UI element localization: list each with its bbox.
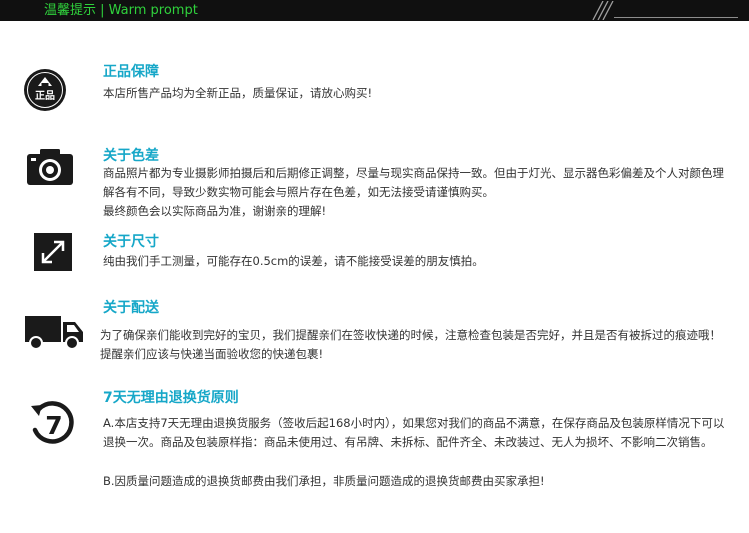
section-title: 7天无理由退换货原则 — [103, 390, 239, 406]
section-title: 关于尺寸 — [103, 234, 159, 250]
truck-icon — [25, 316, 83, 350]
seven-badge-text: 7 — [45, 411, 62, 440]
section-line: 纯由我们手工测量，可能存在0.5cm的误差，请不能接受误差的朋友慎拍。 — [103, 254, 484, 268]
authentic-badge-text: 正品 — [35, 90, 55, 102]
camera-icon — [27, 149, 73, 185]
section-line: 商品照片都为专业摄影师拍摄后和后期修正调整，尽量与现实商品保持一致。但由于灯光、… — [103, 166, 724, 199]
section-title: 关于配送 — [103, 300, 159, 316]
seven-day-return-icon: 7 — [31, 401, 74, 444]
slash-decoration-icon — [592, 1, 614, 20]
section-color-difference: 关于色差 商品照片都为专业摄影师拍摄后和后期修正调整，尽量与现实商品保持一致。但… — [0, 143, 749, 223]
header-title: 温馨提示 | Warm prompt — [44, 3, 198, 18]
section-size: 关于尺寸 纯由我们手工测量，可能存在0.5cm的误差，请不能接受误差的朋友慎拍。 — [0, 231, 749, 276]
header-bar: 温馨提示 | Warm prompt — [0, 0, 749, 21]
section-title: 关于色差 — [103, 148, 159, 164]
section-text: A.本店支持7天无理由退换货服务（签收后起168小时内），如果您对我们的商品不满… — [103, 414, 728, 491]
section-seven-day-return: 7 7天无理由退换货原则 A.本店支持7天无理由退换货服务（签收后起168小时内… — [0, 387, 749, 512]
section-line: 本店所售产品均为全新正品，质量保证，请放心购买! — [103, 86, 373, 100]
resize-arrow-icon — [34, 233, 72, 271]
section-text: 为了确保亲们能收到完好的宝贝，我们提醒亲们在签收快递的时候，注意检查包装是否完好… — [100, 326, 725, 364]
header-divider — [614, 17, 738, 18]
section-title: 正品保障 — [103, 64, 159, 80]
section-line: A.本店支持7天无理由退换货服务（签收后起168小时内），如果您对我们的商品不满… — [103, 416, 725, 449]
section-text: 本店所售产品均为全新正品，质量保证，请放心购买! — [103, 84, 728, 103]
section-delivery: 关于配送 为了确保亲们能收到完好的宝贝，我们提醒亲们在签收快递的时候，注意检查包… — [0, 299, 749, 364]
section-line: B.因质量问题造成的退换货邮费由我们承担，非质量问题造成的退换货邮费由买家承担! — [103, 474, 545, 488]
section-text: 纯由我们手工测量，可能存在0.5cm的误差，请不能接受误差的朋友慎拍。 — [103, 252, 728, 271]
section-authentic-guarantee: 正品 正品保障 本店所售产品均为全新正品，质量保证，请放心购买! — [0, 60, 749, 111]
section-line: 为了确保亲们能收到完好的宝贝，我们提醒亲们在签收快递的时候，注意检查包装是否完好… — [100, 328, 721, 361]
authentic-badge-icon: 正品 — [24, 69, 66, 111]
section-line: 最终颜色会以实际商品为准，谢谢亲的理解! — [103, 204, 327, 218]
section-text: 商品照片都为专业摄影师拍摄后和后期修正调整，尽量与现实商品保持一致。但由于灯光、… — [103, 164, 728, 221]
